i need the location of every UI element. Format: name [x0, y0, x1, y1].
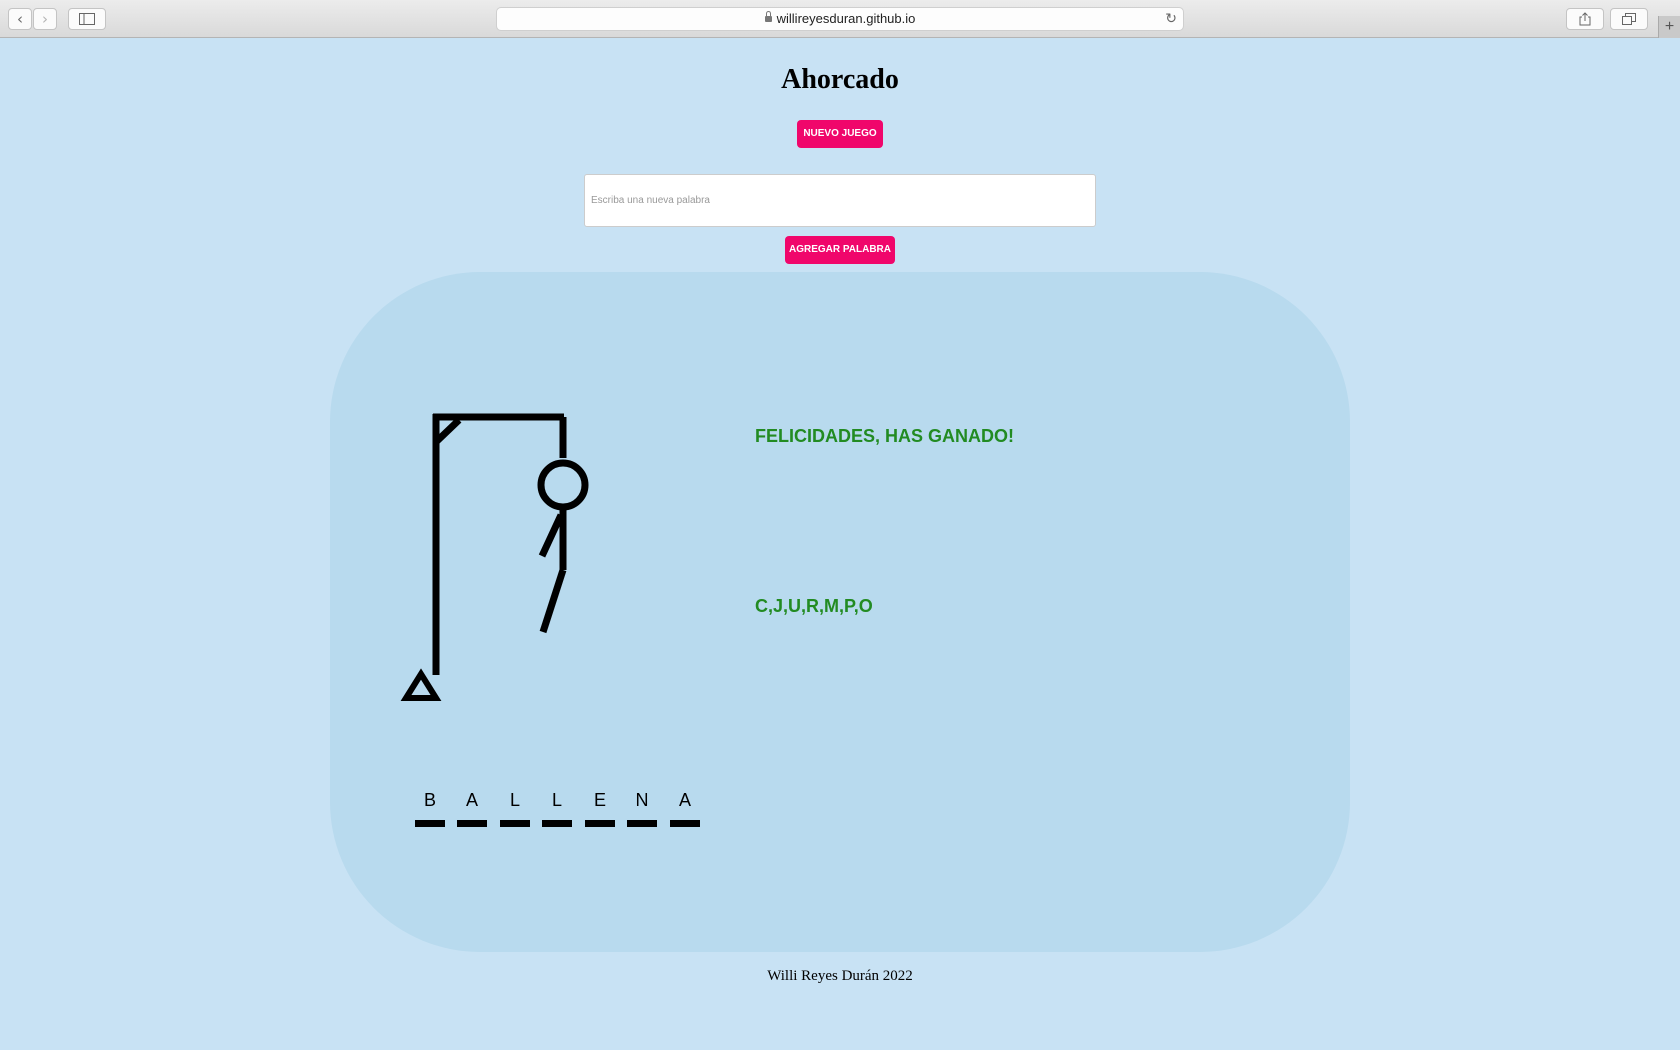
hangman-leg — [539, 568, 567, 634]
url-text: willireyesduran.github.io — [776, 11, 916, 26]
forward-icon[interactable]: › — [33, 8, 57, 30]
share-icon[interactable] — [1566, 8, 1604, 30]
new-tab-icon[interactable]: + — [1658, 16, 1680, 38]
hangman-drawing — [400, 413, 589, 701]
word-letter: N — [635, 790, 649, 810]
back-icon[interactable]: ‹ — [8, 8, 32, 30]
add-word-button[interactable]: AGREGAR PALABRA — [785, 236, 895, 264]
word-letter: E — [593, 790, 606, 810]
page-title: Ahorcado — [781, 64, 899, 95]
word-letter: A — [678, 790, 691, 810]
word-letter: B — [423, 790, 436, 810]
word-letter: L — [551, 790, 562, 810]
browser-toolbar: ‹ › willireyesduran.github.io ↻ + — [0, 0, 1680, 38]
win-message: FELICIDADES, HAS GANADO! — [755, 426, 1015, 446]
word-letter: L — [509, 790, 520, 810]
letter-dash — [457, 820, 487, 827]
used-letters: C,J,U,R,M,P,O — [755, 596, 873, 616]
reload-icon[interactable]: ↻ — [1165, 8, 1177, 30]
letter-dash — [627, 820, 657, 827]
hangman-head — [537, 459, 589, 511]
footer-credit: Willi Reyes Durán 2022 — [767, 968, 913, 984]
sidebar-toggle-icon[interactable] — [68, 8, 106, 30]
new-word-input[interactable] — [584, 174, 1096, 227]
gallows-base — [400, 668, 442, 701]
letter-dash — [585, 820, 615, 827]
letter-dash — [670, 820, 700, 827]
letter-dash — [500, 820, 530, 827]
letter-dash — [415, 820, 445, 827]
hangman-arm — [538, 513, 565, 558]
letter-dash — [542, 820, 572, 827]
tabs-overview-icon[interactable] — [1610, 8, 1648, 30]
word-letter: A — [465, 790, 478, 810]
new-game-button[interactable]: NUEVO JUEGO — [797, 120, 883, 148]
address-bar[interactable]: willireyesduran.github.io ↻ — [496, 7, 1184, 31]
lock-icon — [764, 11, 772, 22]
